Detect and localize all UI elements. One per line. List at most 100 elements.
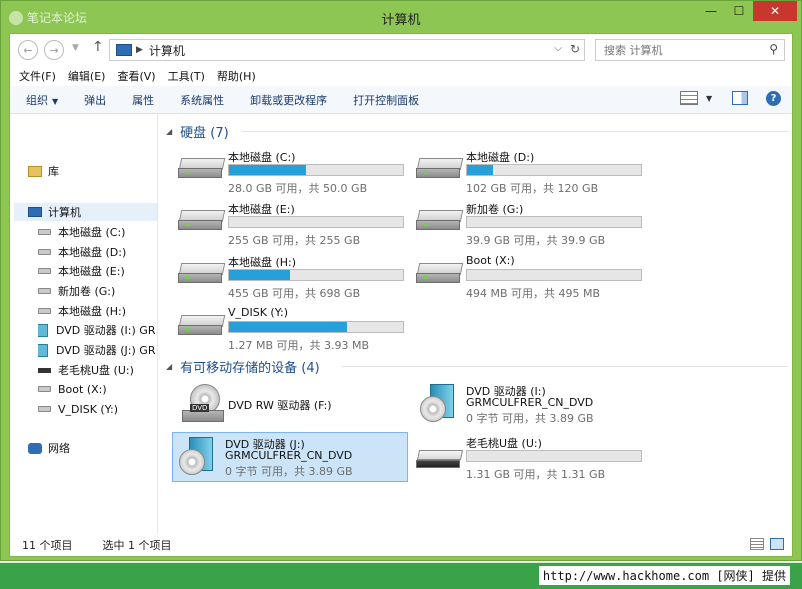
- library-icon: [28, 165, 42, 177]
- history-dropdown-icon[interactable]: ▼: [72, 43, 79, 53]
- maximize-button[interactable]: ☐: [725, 1, 753, 21]
- drive-tile-g[interactable]: 新加卷 (G:) 39.9 GB 可用，共 39.9 GB: [414, 198, 648, 248]
- drive-tile-j[interactable]: DVD 驱动器 (J:) GRMCULFRER_CN_DVD 0 字节 可用，共…: [172, 432, 408, 482]
- section-removable[interactable]: ◢ 有可移动存储的设备 (4): [166, 357, 320, 376]
- sidebar-drive-label: 本地磁盘 (E:): [58, 265, 125, 278]
- drive-tile-c[interactable]: 本地磁盘 (C:) 28.0 GB 可用，共 50.0 GB: [176, 146, 410, 196]
- command-bar: 组织 ▼ 弹出 属性 系统属性 卸载或更改程序 打开控制面板 ▼ ?: [10, 86, 792, 114]
- forward-button[interactable]: →: [44, 40, 64, 60]
- sidebar-item-drive-e[interactable]: 本地磁盘 (E:): [38, 262, 158, 280]
- usage-bar: [466, 216, 642, 228]
- drive-name: 本地磁盘 (C:): [228, 151, 296, 164]
- sidebar-item-drive-i[interactable]: DVD 驱动器 (I:) GR: [38, 321, 158, 339]
- sidebar-item-computer[interactable]: 计算机: [14, 203, 157, 221]
- view-options[interactable]: ▼: [680, 91, 712, 105]
- drive-name: 本地磁盘 (E:): [228, 203, 295, 216]
- sidebar-item-drive-g[interactable]: 新加卷 (G:): [38, 282, 158, 300]
- sidebar-item-drive-y[interactable]: V_DISK (Y:): [38, 400, 158, 418]
- drive-tile-d[interactable]: 本地磁盘 (D:) 102 GB 可用，共 120 GB: [414, 146, 648, 196]
- drive-space: 455 GB 可用，共 698 GB: [228, 287, 361, 300]
- menu-view[interactable]: 查看(V): [117, 68, 155, 84]
- sidebar-item-library[interactable]: 库: [28, 162, 59, 180]
- eject-button[interactable]: 弹出: [84, 92, 106, 108]
- sidebar-drive-label: 新加卷 (G:): [58, 285, 116, 298]
- usage-bar: [228, 216, 404, 228]
- usb-icon: [38, 367, 51, 373]
- back-button[interactable]: ←: [18, 40, 38, 60]
- usage-bar: [228, 164, 404, 176]
- sidebar-library-label: 库: [48, 165, 59, 178]
- drive-space: 494 MB 可用，共 495 MB: [466, 287, 601, 300]
- close-button[interactable]: ✕: [753, 1, 797, 21]
- drive-tile-x[interactable]: Boot (X:) 494 MB 可用，共 495 MB: [414, 251, 648, 301]
- dvd-icon: [38, 323, 48, 337]
- large-icons-view-icon[interactable]: [770, 538, 784, 550]
- sidebar-drive-label: 老毛桃U盘 (U:): [58, 364, 134, 377]
- drive-space: 1.27 MB 可用，共 3.93 MB: [228, 339, 370, 352]
- drive-tile-h[interactable]: 本地磁盘 (H:) 455 GB 可用，共 698 GB: [176, 251, 410, 301]
- system-properties-button[interactable]: 系统属性: [180, 92, 224, 108]
- drive-tile-f[interactable]: DVD DVD RW 驱动器 (F:): [176, 380, 410, 430]
- window-title: 计算机: [381, 13, 421, 28]
- sidebar-item-drive-x[interactable]: Boot (X:): [38, 380, 158, 398]
- drive-name: 老毛桃U盘 (U:): [466, 437, 542, 450]
- breadcrumb-chevron-icon[interactable]: ▶: [136, 45, 143, 55]
- usage-bar: [228, 269, 404, 281]
- organize-label: 组织: [26, 93, 48, 107]
- sidebar-item-drive-c[interactable]: 本地磁盘 (C:): [38, 223, 158, 241]
- hard-disk-icon: [416, 210, 464, 232]
- drive-name: 本地磁盘 (H:): [228, 256, 297, 269]
- sidebar-item-drive-j[interactable]: DVD 驱动器 (J:) GR: [38, 341, 158, 359]
- section-hard-disks[interactable]: ◢ 硬盘 (7): [166, 122, 229, 141]
- uninstall-button[interactable]: 卸载或更改程序: [250, 92, 327, 108]
- menu-tools[interactable]: 工具(T): [168, 68, 205, 84]
- preview-pane-icon[interactable]: [732, 91, 748, 105]
- dvd-disc-icon: [177, 437, 221, 479]
- drive-icon: [38, 268, 51, 274]
- breadcrumb-computer[interactable]: 计算机: [149, 42, 185, 59]
- footer-credit: http://www.hackhome.com [网侠] 提供: [538, 566, 790, 585]
- menu-file[interactable]: 文件(F): [19, 68, 56, 84]
- view-dropdown-icon[interactable]: ▼: [706, 94, 712, 103]
- explorer-window: 笔记本论坛 计算机 — ☐ ✕ ← → ▼ ↑ ▶ 计算机 ⌵ ↻ ⚲: [0, 0, 802, 561]
- drive-space: 102 GB 可用，共 120 GB: [466, 182, 599, 195]
- usb-drive-icon: [416, 450, 464, 472]
- help-icon[interactable]: ?: [766, 91, 781, 106]
- sidebar-drive-label: DVD 驱动器 (I:) GR: [56, 324, 156, 337]
- menu-edit[interactable]: 编辑(E): [68, 68, 106, 84]
- sidebar-item-drive-d[interactable]: 本地磁盘 (D:): [38, 243, 158, 261]
- details-view-icon[interactable]: [750, 538, 764, 550]
- title-bar[interactable]: 笔记本论坛 计算机 — ☐ ✕: [1, 1, 801, 33]
- sidebar-item-drive-h[interactable]: 本地磁盘 (H:): [38, 302, 158, 320]
- view-mode-icon[interactable]: [680, 91, 698, 105]
- drive-space: 28.0 GB 可用，共 50.0 GB: [228, 182, 368, 195]
- up-arrow-icon[interactable]: ↑: [92, 39, 104, 55]
- navigation-pane: 库 计算机 本地磁盘 (C:) 本地磁盘 (D:) 本地磁盘 (E:) 新加卷 …: [10, 114, 158, 534]
- organize-button[interactable]: 组织 ▼: [26, 92, 58, 108]
- minimize-button[interactable]: —: [697, 1, 725, 21]
- collapse-icon[interactable]: ◢: [166, 127, 172, 136]
- control-panel-button[interactable]: 打开控制面板: [353, 92, 419, 108]
- usage-bar: [466, 164, 642, 176]
- item-count: 11 个项目: [22, 539, 73, 552]
- drive-tile-e[interactable]: 本地磁盘 (E:) 255 GB 可用，共 255 GB: [176, 198, 410, 248]
- properties-button[interactable]: 属性: [132, 92, 154, 108]
- usage-fill: [229, 165, 306, 175]
- address-bar[interactable]: ▶ 计算机 ⌵ ↻: [109, 39, 585, 61]
- search-icon[interactable]: ⚲: [769, 42, 778, 56]
- drive-tile-i[interactable]: DVD 驱动器 (I:) GRMCULFRER_CN_DVD 0 字节 可用，共…: [414, 380, 648, 430]
- drive-name: DVD RW 驱动器 (F:): [228, 399, 332, 412]
- drive-tile-y[interactable]: V_DISK (Y:) 1.27 MB 可用，共 3.93 MB: [176, 303, 410, 353]
- refresh-icon[interactable]: ↻: [570, 42, 580, 56]
- sidebar-item-drive-u[interactable]: 老毛桃U盘 (U:): [38, 361, 158, 379]
- menu-help[interactable]: 帮助(H): [217, 68, 256, 84]
- search-input[interactable]: [604, 43, 764, 57]
- drive-tile-u[interactable]: 老毛桃U盘 (U:) 1.31 GB 可用，共 1.31 GB: [414, 432, 648, 482]
- collapse-icon[interactable]: ◢: [166, 362, 172, 371]
- drive-space: 255 GB 可用，共 255 GB: [228, 234, 361, 247]
- hard-disk-icon: [178, 315, 226, 337]
- search-box[interactable]: ⚲: [595, 39, 785, 61]
- address-dropdown-icon[interactable]: ⌵: [554, 43, 562, 54]
- drive-name: Boot (X:): [466, 254, 515, 267]
- sidebar-item-network[interactable]: 网络: [28, 439, 70, 457]
